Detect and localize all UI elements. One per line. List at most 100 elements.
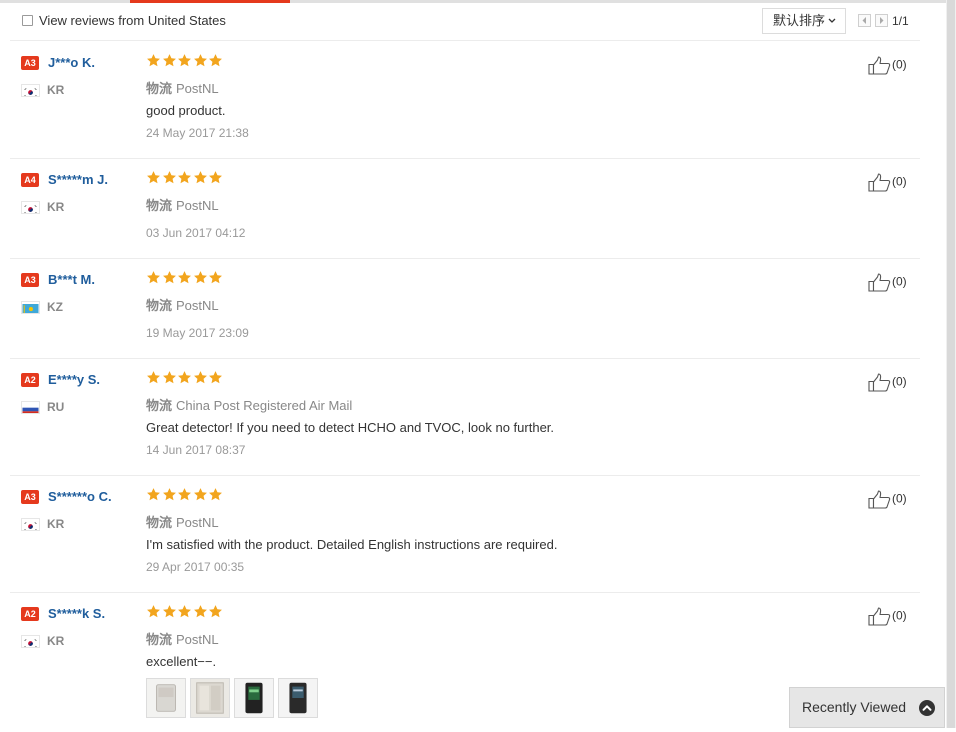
star-icon xyxy=(193,370,209,387)
reviewer-name[interactable]: S*****m J. xyxy=(48,172,108,187)
chevron-up-icon[interactable] xyxy=(919,700,935,716)
reviewer-name[interactable]: E****y S. xyxy=(48,372,100,387)
review-item: A4 S*****m J. KR 物流 PostNL 03 Jun 2017 04:12 (… xyxy=(10,158,920,259)
reviewer-name[interactable]: S*****k S. xyxy=(48,606,105,621)
star-rating xyxy=(146,170,224,186)
star-icon xyxy=(177,53,193,70)
review-photo[interactable] xyxy=(234,678,274,718)
logistics-info: 物流 PostNL xyxy=(146,195,219,214)
helpful-button[interactable]: (0) xyxy=(868,273,907,292)
logistics-carrier: China Post Registered Air Mail xyxy=(176,398,353,413)
helpful-count: (0) xyxy=(892,274,907,289)
reviewer-name[interactable]: J***o K. xyxy=(48,55,95,70)
logistics-carrier: PostNL xyxy=(176,198,219,213)
star-icon xyxy=(162,270,178,287)
buyer-level-badge: A4 xyxy=(21,173,39,187)
thumbs-up-icon xyxy=(868,56,892,75)
review-item: A2 S*****k S. KR 物流 PostNL excellent−−. (0) xyxy=(10,592,920,732)
star-icon xyxy=(146,170,162,187)
star-icon xyxy=(208,604,224,621)
star-icon xyxy=(146,370,162,387)
star-icon xyxy=(177,604,193,621)
helpful-count: (0) xyxy=(892,374,907,389)
review-item: A3 S******o C. KR 物流 PostNL I'm satisfied wit… xyxy=(10,475,920,593)
next-page-button[interactable] xyxy=(875,14,888,27)
buyer-level-badge: A2 xyxy=(21,607,39,621)
star-icon xyxy=(208,53,224,70)
logistics-carrier: PostNL xyxy=(176,515,219,530)
reviewer-name[interactable]: S******o C. xyxy=(48,489,112,504)
logistics-carrier: PostNL xyxy=(176,81,219,96)
recently-viewed-panel[interactable]: Recently Viewed xyxy=(789,687,945,728)
reviewer-country: KR xyxy=(47,83,65,97)
review-date: 03 Jun 2017 04:12 xyxy=(146,226,246,240)
star-rating xyxy=(146,370,224,386)
helpful-button[interactable]: (0) xyxy=(868,607,907,626)
star-icon xyxy=(162,170,178,187)
review-item: A3 J***o K. KR 物流 PostNL good product. 24 May … xyxy=(10,41,920,159)
thumbs-up-icon xyxy=(868,273,892,292)
star-icon xyxy=(146,604,162,621)
logistics-carrier: PostNL xyxy=(176,632,219,647)
star-icon xyxy=(177,170,193,187)
reviewer-country: RU xyxy=(47,400,65,414)
country-flag-icon xyxy=(21,401,40,414)
star-icon xyxy=(193,604,209,621)
helpful-button[interactable]: (0) xyxy=(868,373,907,392)
country-flag-icon xyxy=(21,301,40,314)
review-photo[interactable] xyxy=(190,678,230,718)
prev-page-button[interactable] xyxy=(858,14,871,27)
logistics-key: 物流 xyxy=(146,515,173,530)
country-flag-icon xyxy=(21,201,40,214)
reviewer-country: KR xyxy=(47,517,65,531)
helpful-button[interactable]: (0) xyxy=(868,56,907,75)
star-icon xyxy=(193,53,209,70)
review-photo[interactable] xyxy=(146,678,186,718)
review-text: good product. xyxy=(146,103,226,118)
us-reviews-label[interactable]: View reviews from United States xyxy=(39,13,226,28)
page-indicator: 1/1 xyxy=(892,14,909,28)
review-photo[interactable] xyxy=(278,678,318,718)
helpful-count: (0) xyxy=(892,174,907,189)
helpful-button[interactable]: (0) xyxy=(868,173,907,192)
logistics-carrier: PostNL xyxy=(176,298,219,313)
country-flag-icon xyxy=(21,518,40,531)
logistics-key: 物流 xyxy=(146,398,173,413)
logistics-key: 物流 xyxy=(146,198,173,213)
star-rating xyxy=(146,487,224,503)
star-rating xyxy=(146,604,224,620)
star-icon xyxy=(146,53,162,70)
star-icon xyxy=(162,487,178,504)
star-icon xyxy=(208,170,224,187)
helpful-button[interactable]: (0) xyxy=(868,490,907,509)
reviewer-name[interactable]: B***t M. xyxy=(48,272,95,287)
sort-dropdown[interactable]: 默认排序 xyxy=(762,8,846,34)
us-reviews-checkbox[interactable] xyxy=(22,15,33,26)
scrollbar-thumb[interactable] xyxy=(947,0,955,728)
review-item: A2 E****y S. RU 物流 China Post Registered Air… xyxy=(10,358,920,476)
chevron-right-icon xyxy=(880,17,884,24)
star-icon xyxy=(193,487,209,504)
review-text: I'm satisfied with the product. Detailed… xyxy=(146,537,558,552)
star-rating xyxy=(146,53,224,69)
recently-viewed-label[interactable]: Recently Viewed xyxy=(802,699,906,715)
country-flag-icon xyxy=(21,635,40,648)
helpful-count: (0) xyxy=(892,57,907,72)
review-date: 19 May 2017 23:09 xyxy=(146,326,249,340)
thumbs-up-icon xyxy=(868,173,892,192)
review-item: A3 B***t M. KZ 物流 PostNL 19 May 2017 23:09 (0) xyxy=(10,258,920,359)
review-text: Great detector! If you need to detect HC… xyxy=(146,420,555,435)
review-text: excellent−−. xyxy=(146,654,217,669)
logistics-key: 物流 xyxy=(146,632,173,647)
star-icon xyxy=(162,53,178,70)
review-photos xyxy=(146,678,322,723)
star-icon xyxy=(193,270,209,287)
star-icon xyxy=(177,370,193,387)
logistics-key: 物流 xyxy=(146,81,173,96)
helpful-count: (0) xyxy=(892,608,907,623)
star-icon xyxy=(146,487,162,504)
logistics-info: 物流 PostNL xyxy=(146,512,219,531)
thumbs-up-icon xyxy=(868,607,892,626)
review-date: 24 May 2017 21:38 xyxy=(146,126,249,140)
reviewer-country: KR xyxy=(47,634,65,648)
